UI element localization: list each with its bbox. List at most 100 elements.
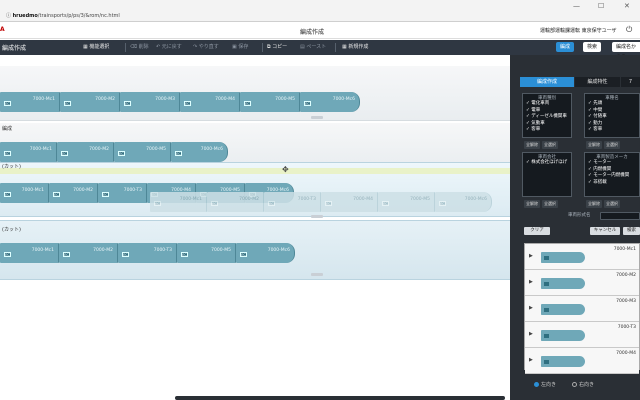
paste-button[interactable]: ▤ ペースト: [300, 43, 326, 50]
delete-button[interactable]: ⌫ 削除: [130, 43, 149, 50]
train-car[interactable]: EC 7000-Mc6: [171, 142, 228, 162]
train-car[interactable]: EC 7000-Mc6: [300, 92, 360, 112]
clear-all-button[interactable]: 全解除: [524, 141, 540, 149]
train-car[interactable]: EC 7000-Mc6: [236, 243, 295, 263]
train-car[interactable]: EC 7000-M4: [180, 92, 240, 112]
car-label: 7000-T3: [153, 248, 172, 253]
filter-item[interactable]: 非搭載: [585, 180, 639, 187]
car-label: 7000-Mc6: [267, 248, 290, 253]
select-all-button[interactable]: 全選択: [542, 141, 558, 149]
train-car[interactable]: EC 7000-M2: [207, 192, 264, 212]
mode-formation-button[interactable]: 編成: [556, 42, 575, 52]
function-select-button[interactable]: ▦ 機能選択: [83, 43, 109, 50]
save-button[interactable]: ▣ 保存: [232, 43, 248, 50]
expand-arrow-icon[interactable]: ▶: [529, 253, 533, 259]
list-item[interactable]: ▶ 7000-M4: [525, 348, 639, 374]
train-1[interactable]: EC 7000-Mc1 EC 7000-M2 EC 7000-M3 EC 7000-M4 EC 7…: [0, 92, 360, 112]
filter-item[interactable]: 株式会社ほげほげ: [523, 160, 571, 167]
formation-canvas[interactable]: EC 7000-Mc1 EC 7000-M2 EC 7000-M3 EC 7000-M4 EC 7…: [0, 55, 510, 400]
train-car[interactable]: EC 7000-M5: [240, 92, 300, 112]
train-car[interactable]: EC 7000-M3: [120, 92, 180, 112]
car-type-badge: EC: [4, 101, 11, 106]
train-car[interactable]: EC 7000-Mc1: [0, 92, 60, 112]
tab-formation-props[interactable]: 編成特性: [575, 77, 620, 87]
select-all-button[interactable]: 全選択: [604, 141, 620, 149]
list-item[interactable]: ▶ 7000-T3: [525, 322, 639, 348]
car-thumbnail: [541, 278, 585, 289]
train-car[interactable]: EC 7000-M4: [321, 192, 378, 212]
clear-button[interactable]: クリア: [524, 227, 550, 235]
car-type-badge: EC: [102, 192, 109, 197]
train-2[interactable]: EC 7000-Mc1 EC 7000-M2 EC 7000-M5 EC 7000-Mc6: [0, 142, 228, 162]
tab-formation-create[interactable]: 編成作成: [520, 77, 574, 87]
clear-all-button[interactable]: 全解除: [586, 141, 602, 149]
train-car[interactable]: EC 7000-M2: [60, 92, 120, 112]
train-car[interactable]: EC 7000-M2: [59, 243, 118, 263]
select-all-button[interactable]: 全選択: [604, 200, 620, 208]
tab-more[interactable]: 7: [621, 77, 640, 87]
mode-search-button[interactable]: 検索: [583, 42, 602, 52]
train-car[interactable]: EC 7000-T3: [264, 192, 321, 212]
train-car[interactable]: EC 7000-M2: [57, 142, 114, 162]
train-car[interactable]: EC 7000-Mc1: [150, 192, 207, 212]
clear-all-button[interactable]: 全解除: [524, 200, 540, 208]
address-bar[interactable]: ⓘ hruedmo/trainsports/p/ps/3/&rom/nc.htm…: [6, 12, 306, 20]
train-car[interactable]: EC 7000-M2: [49, 183, 98, 203]
list-item[interactable]: ▶ 7000-M2: [525, 270, 639, 296]
car-thumbnail: [541, 304, 585, 315]
cancel-button[interactable]: キャンセル: [590, 227, 620, 235]
car-type-badge: EC: [325, 201, 332, 206]
expand-arrow-icon[interactable]: ▶: [529, 279, 533, 285]
train-car[interactable]: EC 7000-M5: [378, 192, 435, 212]
search-button[interactable]: 検索: [623, 227, 640, 235]
app-header: A 編成作成 運輸部運輸課運転 東京保守ユーザ ⏻: [0, 22, 640, 39]
expand-arrow-icon[interactable]: ▶: [529, 331, 533, 337]
train-4[interactable]: EC 7000-Mc1 EC 7000-M2 EC 7000-T3 EC 7000-M5 EC 7…: [0, 243, 295, 263]
url-path: /trainsports/p/ps/3/&rom/nc.html: [37, 13, 120, 19]
drag-handle[interactable]: [311, 273, 323, 276]
train-car[interactable]: EC 7000-Mc1: [0, 142, 57, 162]
expand-arrow-icon[interactable]: ▶: [529, 357, 533, 363]
train-car[interactable]: EC 7000-Mc1: [0, 183, 49, 203]
filter-box-type-buttons: 全解除 全選択: [524, 141, 558, 149]
range-input[interactable]: [600, 212, 640, 220]
filter-item[interactable]: 客車: [585, 127, 639, 134]
list-item[interactable]: ▶ 7000-Mc1: [525, 244, 639, 270]
radio-left[interactable]: 左向き: [534, 381, 556, 388]
filter-item[interactable]: ディーゼル機関車: [523, 114, 571, 121]
drag-handle[interactable]: [311, 116, 323, 119]
train-car[interactable]: EC 7000-T3: [98, 183, 147, 203]
expand-arrow-icon[interactable]: ▶: [529, 305, 533, 311]
radio-right[interactable]: 右向き: [572, 381, 594, 388]
car-thumbnail: [541, 252, 585, 263]
trash-icon: ⌫: [130, 44, 139, 50]
list-item[interactable]: ▶ 7000-M3: [525, 296, 639, 322]
car-type-badge: EC: [122, 252, 129, 257]
undo-button[interactable]: ↶ 元に戻す: [156, 43, 182, 50]
logout-icon[interactable]: ⏻: [626, 25, 632, 35]
car-label: 7000-Mc1: [31, 248, 54, 253]
new-button[interactable]: ▦ 新規作成: [342, 43, 368, 50]
car-label: 7000-Mc6: [200, 147, 223, 152]
close-icon[interactable]: ✕: [624, 2, 630, 10]
redo-button[interactable]: ↷ やり直す: [193, 43, 219, 50]
train-car[interactable]: EC 7000-Mc6: [435, 192, 492, 212]
drag-handle[interactable]: [311, 215, 323, 218]
car-type-badge: EC: [64, 101, 71, 106]
filter-box-maker-buttons: 全解除 全選択: [586, 200, 620, 208]
maximize-icon[interactable]: ☐: [598, 2, 604, 10]
train-car[interactable]: EC 7000-Mc1: [0, 243, 59, 263]
car-type-badge: EC: [304, 101, 311, 106]
train-car[interactable]: EC 7000-T3: [118, 243, 177, 263]
filter-item[interactable]: 客車: [523, 127, 571, 134]
minimize-icon[interactable]: —: [573, 2, 580, 10]
horizontal-scrollbar[interactable]: [175, 396, 505, 400]
train-car[interactable]: EC 7000-M5: [177, 243, 236, 263]
radio-label: 右向き: [579, 382, 595, 388]
car-label: 7000-M5: [146, 147, 166, 152]
formation-name-input[interactable]: 編成名からの: [612, 42, 640, 60]
select-all-button[interactable]: 全選択: [542, 200, 558, 208]
train-car[interactable]: EC 7000-M5: [114, 142, 171, 162]
clear-all-button[interactable]: 全解除: [586, 200, 602, 208]
copy-button[interactable]: ⧉ コピー: [267, 43, 287, 50]
